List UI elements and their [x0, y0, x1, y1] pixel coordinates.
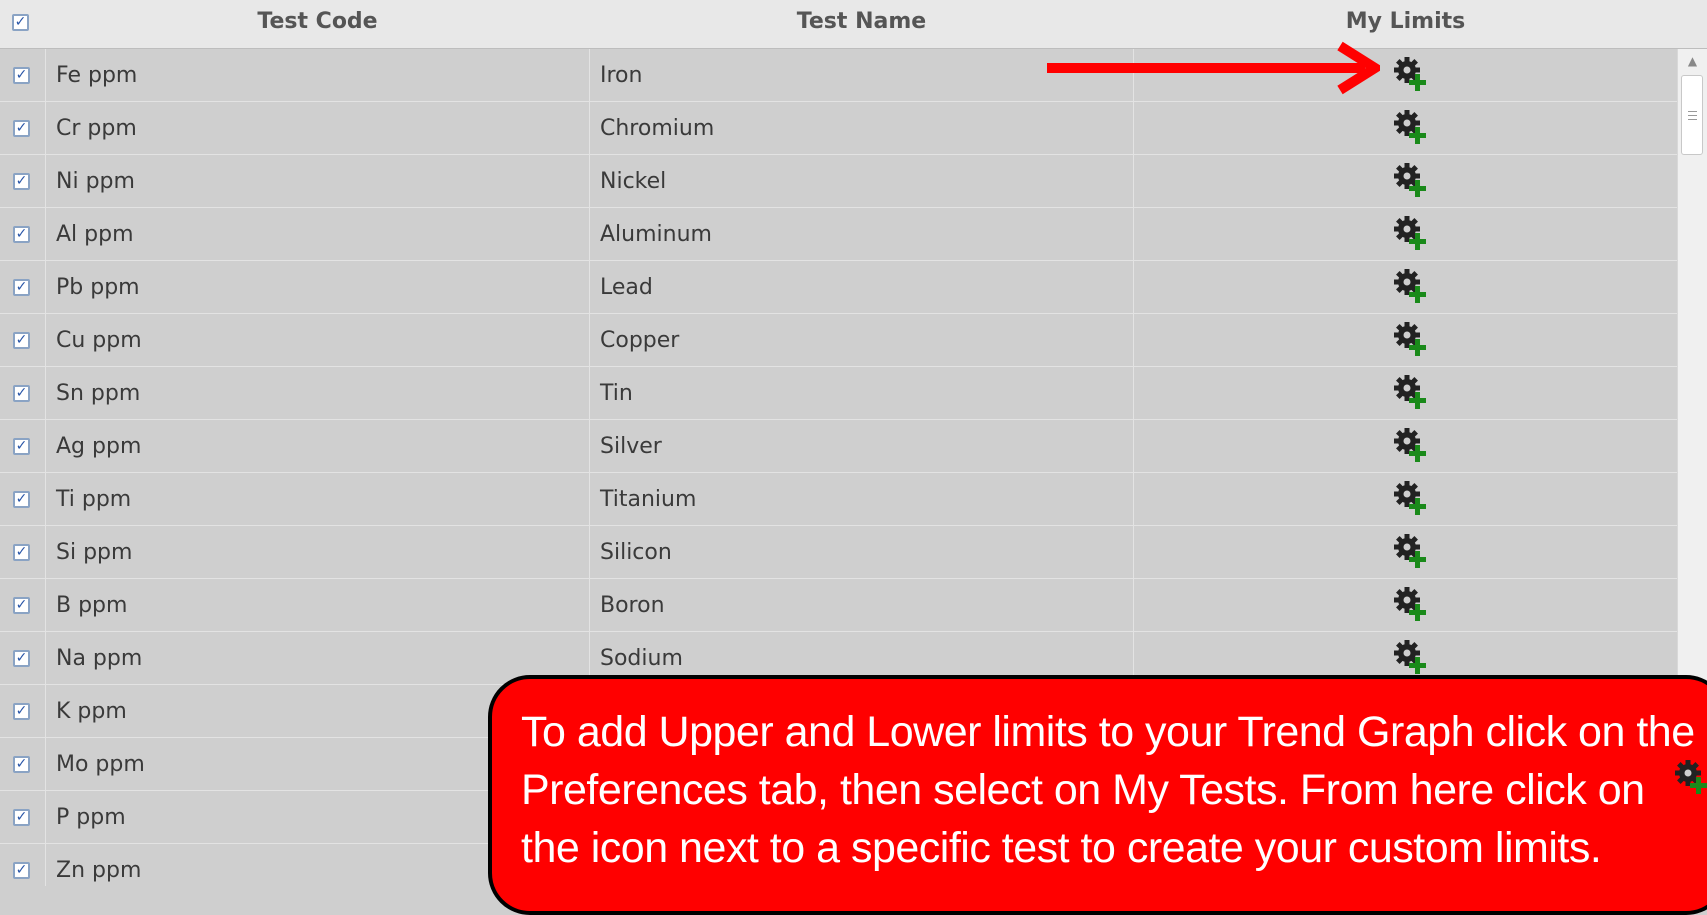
row-checkbox[interactable] [13, 279, 30, 296]
test-name-cell: Iron [600, 63, 643, 88]
gear-plus-icon[interactable] [1391, 372, 1431, 412]
test-code-cell: Ag ppm [56, 434, 142, 459]
gear-plus-icon[interactable] [1391, 584, 1431, 624]
test-name-cell: Boron [600, 593, 665, 618]
test-name-cell: Nickel [600, 169, 667, 194]
gear-plus-icon [1675, 760, 1707, 794]
row-checkbox[interactable] [13, 120, 30, 137]
table-row[interactable]: Ag ppm Silver [0, 420, 1677, 473]
table-row[interactable]: Sn ppm Tin [0, 367, 1677, 420]
test-code-cell: Al ppm [56, 222, 134, 247]
table-row[interactable]: Si ppm Silicon [0, 526, 1677, 579]
callout-text: To add Upper and Lower limits to your Tr… [521, 708, 1695, 872]
scroll-up-icon[interactable]: ▲ [1678, 49, 1707, 73]
table-row[interactable]: Al ppm Aluminum [0, 208, 1677, 261]
test-code-cell: Pb ppm [56, 275, 140, 300]
test-name-cell: Chromium [600, 116, 715, 141]
test-name-cell: Aluminum [600, 222, 712, 247]
gear-plus-icon[interactable] [1391, 319, 1431, 359]
gear-plus-icon[interactable] [1391, 531, 1431, 571]
test-name-cell: Silver [600, 434, 662, 459]
table-row[interactable]: Ti ppm Titanium [0, 473, 1677, 526]
column-header-test-code[interactable]: Test Code [46, 0, 589, 44]
test-code-cell: P ppm [56, 805, 126, 830]
gear-plus-icon[interactable] [1391, 637, 1431, 677]
row-checkbox[interactable] [13, 385, 30, 402]
test-name-cell: Tin [600, 381, 633, 406]
test-name-cell: Lead [600, 275, 653, 300]
gear-plus-icon[interactable] [1391, 107, 1431, 147]
test-code-cell: Ni ppm [56, 169, 135, 194]
table-row[interactable]: Fe ppm Iron [0, 49, 1677, 102]
test-code-cell: Mo ppm [56, 752, 145, 777]
test-code-cell: Si ppm [56, 540, 133, 565]
column-header-test-name[interactable]: Test Name [590, 0, 1133, 44]
row-checkbox[interactable] [13, 226, 30, 243]
test-code-cell: K ppm [56, 699, 127, 724]
test-code-cell: Sn ppm [56, 381, 141, 406]
grid-header: Test Code Test Name My Limits [0, 0, 1707, 49]
row-checkbox[interactable] [13, 491, 30, 508]
table-row[interactable]: Pb ppm Lead [0, 261, 1677, 314]
row-checkbox[interactable] [13, 332, 30, 349]
gear-plus-icon[interactable] [1391, 478, 1431, 518]
test-code-cell: Fe ppm [56, 63, 138, 88]
scroll-thumb[interactable] [1681, 75, 1703, 155]
test-code-cell: Na ppm [56, 646, 143, 671]
test-name-cell: Silicon [600, 540, 672, 565]
test-code-cell: Ti ppm [56, 487, 132, 512]
test-code-cell: Cr ppm [56, 116, 137, 141]
test-code-cell: B ppm [56, 593, 128, 618]
table-row[interactable]: Ni ppm Nickel [0, 155, 1677, 208]
row-checkbox[interactable] [13, 650, 30, 667]
row-checkbox[interactable] [13, 862, 30, 879]
gear-plus-icon[interactable] [1391, 425, 1431, 465]
row-checkbox[interactable] [13, 809, 30, 826]
test-code-cell: Zn ppm [56, 858, 142, 883]
gear-plus-icon[interactable] [1391, 54, 1431, 94]
table-row[interactable]: Cr ppm Chromium [0, 102, 1677, 155]
gear-plus-icon[interactable] [1391, 213, 1431, 253]
test-code-cell: Cu ppm [56, 328, 142, 353]
row-checkbox[interactable] [13, 438, 30, 455]
gear-plus-icon[interactable] [1391, 266, 1431, 306]
gear-plus-icon[interactable] [1391, 160, 1431, 200]
test-name-cell: Titanium [600, 487, 697, 512]
column-header-my-limits[interactable]: My Limits [1134, 0, 1677, 44]
table-row[interactable]: B ppm Boron [0, 579, 1677, 632]
red-arrow-annotation [1047, 41, 1380, 95]
table-row[interactable]: Cu ppm Copper [0, 314, 1677, 367]
row-checkbox[interactable] [13, 544, 30, 561]
row-checkbox[interactable] [13, 67, 30, 84]
select-all-checkbox[interactable] [12, 14, 29, 31]
row-checkbox[interactable] [13, 173, 30, 190]
row-checkbox[interactable] [13, 597, 30, 614]
test-name-cell: Copper [600, 328, 680, 353]
row-checkbox[interactable] [13, 703, 30, 720]
row-checkbox[interactable] [13, 756, 30, 773]
